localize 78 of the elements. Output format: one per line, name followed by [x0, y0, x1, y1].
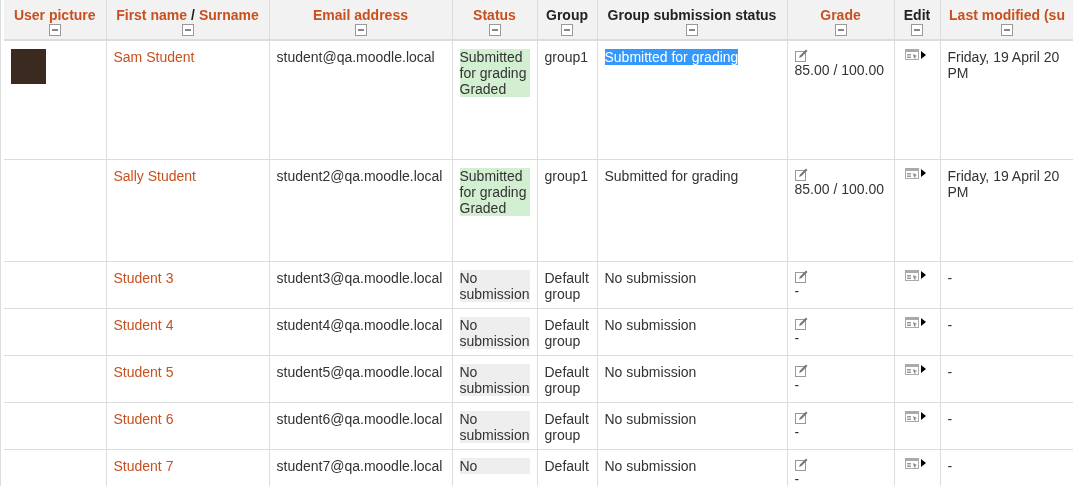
group-text: Default group: [544, 363, 590, 396]
edit-icon[interactable]: [794, 167, 808, 181]
last-modified-text: -: [947, 363, 954, 380]
column-header[interactable]: Surname: [198, 7, 259, 24]
column-header: Group: [546, 7, 588, 24]
student-name-link[interactable]: Sam Student: [113, 49, 195, 65]
group-status-text: No submission: [604, 316, 697, 333]
last-modified-text: Friday, 19 April 20: [947, 49, 1061, 65]
student-name-link[interactable]: Student 3: [113, 269, 174, 286]
group-text: Default group: [544, 269, 590, 302]
student-name-link[interactable]: Sally Student: [113, 167, 196, 184]
grade-text: -: [794, 282, 801, 299]
separator: /: [191, 7, 195, 24]
column-header[interactable]: Email address: [313, 7, 408, 24]
group-text: Default: [544, 457, 590, 474]
email-text: student5@qa.moodle.local: [276, 363, 443, 380]
group-status-text: No submission: [604, 410, 697, 427]
status-badge: No submission: [459, 410, 530, 443]
collapse-icon[interactable]: [48, 24, 61, 36]
edit-icon[interactable]: [794, 410, 808, 424]
status-badge: Submitted for grading Graded: [459, 167, 530, 216]
group-status-text: No submission: [604, 363, 697, 380]
group-text: group1: [544, 49, 590, 65]
email-text: student3@qa.moodle.local: [276, 269, 443, 286]
collapse-icon[interactable]: [561, 24, 573, 36]
student-name-link[interactable]: Student 7: [113, 457, 174, 474]
collapse-icon[interactable]: [1001, 24, 1013, 36]
grade-text: -: [794, 470, 801, 486]
last-modified-text: -: [947, 269, 954, 286]
edit-icon[interactable]: [794, 269, 808, 283]
last-modified-text: -: [947, 457, 954, 474]
status-badge: No submission: [459, 363, 530, 396]
group-status-text: Submitted for grading: [604, 49, 739, 65]
group-status-text: No submission: [604, 457, 697, 474]
column-header: Edit: [903, 7, 931, 24]
group-text: group1: [544, 167, 590, 184]
edit-icon[interactable]: [794, 316, 808, 330]
group-status-text: No submission: [604, 269, 697, 286]
collapse-icon[interactable]: [488, 24, 501, 36]
grade-text: -: [794, 329, 801, 346]
edit-icon[interactable]: [794, 49, 808, 62]
email-text: student2@qa.moodle.local: [276, 167, 443, 184]
student-name-link[interactable]: Student 4: [113, 316, 174, 333]
email-text: student6@qa.moodle.local: [276, 410, 443, 427]
email-text: student7@qa.moodle.local: [276, 457, 443, 474]
collapse-icon[interactable]: [911, 24, 923, 36]
group-text: Default group: [544, 316, 590, 349]
status-badge: Submitted for grading Graded: [459, 49, 530, 97]
grade-text: 85.00 / 100.00: [794, 180, 886, 197]
email-text: student@qa.moodle.local: [276, 49, 435, 65]
grade-text: -: [794, 423, 801, 440]
status-badge: No submission: [459, 269, 530, 302]
last-modified-text: PM: [947, 65, 970, 81]
edit-icon[interactable]: [794, 457, 808, 471]
group-text: Default group: [544, 410, 590, 443]
last-modified-text: Friday, 19 April 20: [947, 167, 1061, 184]
column-header[interactable]: User picture: [13, 7, 96, 24]
column-header: Group submission status: [607, 7, 777, 24]
status-badge: No: [459, 457, 530, 474]
column-header[interactable]: Status: [473, 7, 516, 24]
last-modified-text: PM: [947, 183, 969, 200]
student-name-link[interactable]: Student 5: [113, 363, 174, 380]
column-header[interactable]: First name: [116, 7, 187, 24]
email-text: student4@qa.moodle.local: [276, 316, 443, 333]
column-header[interactable]: Grade: [820, 7, 861, 24]
grade-text: -: [794, 376, 801, 393]
last-modified-text: -: [947, 410, 954, 427]
edit-icon[interactable]: [794, 363, 808, 377]
last-modified-text: -: [947, 316, 954, 333]
collapse-icon[interactable]: [354, 24, 367, 36]
group-status-text: Submitted for grading: [604, 167, 739, 184]
collapse-icon[interactable]: [686, 24, 698, 36]
collapse-icon[interactable]: [834, 24, 847, 36]
student-name-link[interactable]: Student 6: [113, 410, 174, 427]
column-header[interactable]: Last modified (su: [949, 7, 1065, 24]
status-badge: No submission: [459, 316, 530, 349]
collapse-icon[interactable]: [181, 24, 194, 36]
grade-text: 85.00 / 100.00: [794, 62, 886, 78]
